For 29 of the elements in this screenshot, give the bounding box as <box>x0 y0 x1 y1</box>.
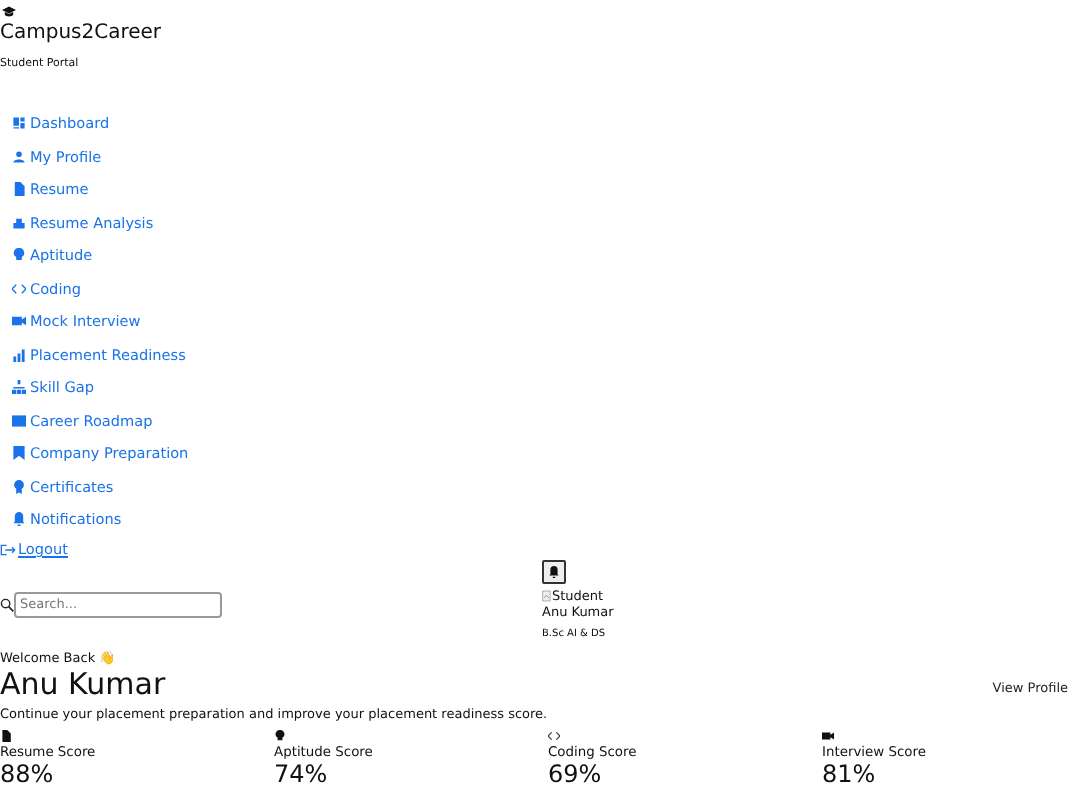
broken-image-icon <box>542 589 552 601</box>
nav-icon <box>12 314 26 328</box>
score-value: 81% <box>822 761 878 787</box>
nav-icon <box>12 116 26 130</box>
score-icon <box>0 729 12 741</box>
score-icon <box>274 729 286 741</box>
nav-icon <box>12 281 26 295</box>
nav-icon <box>12 347 26 361</box>
nav-icon <box>12 182 26 196</box>
score-value: 69% <box>548 761 604 787</box>
graduation-cap-icon <box>2 6 16 18</box>
nav-icon <box>12 248 26 262</box>
score-icon <box>548 729 560 741</box>
nav-icon <box>12 215 26 229</box>
nav-icon <box>12 149 26 163</box>
nav-icon <box>12 380 26 394</box>
nav-icon <box>12 512 26 526</box>
bell-icon <box>548 565 560 577</box>
nav-icon <box>12 413 26 427</box>
logout-icon <box>0 543 16 555</box>
score-value: 88% <box>0 761 56 787</box>
nav-icon <box>12 446 26 460</box>
brand-title: Campus2Career <box>0 20 164 46</box>
student-name: Anu Kumar <box>0 665 166 701</box>
notification-button[interactable] <box>542 559 566 583</box>
nav-icon <box>12 479 26 493</box>
score-value: 74% <box>274 761 330 787</box>
search-icon <box>0 597 14 611</box>
score-icon <box>822 729 834 741</box>
